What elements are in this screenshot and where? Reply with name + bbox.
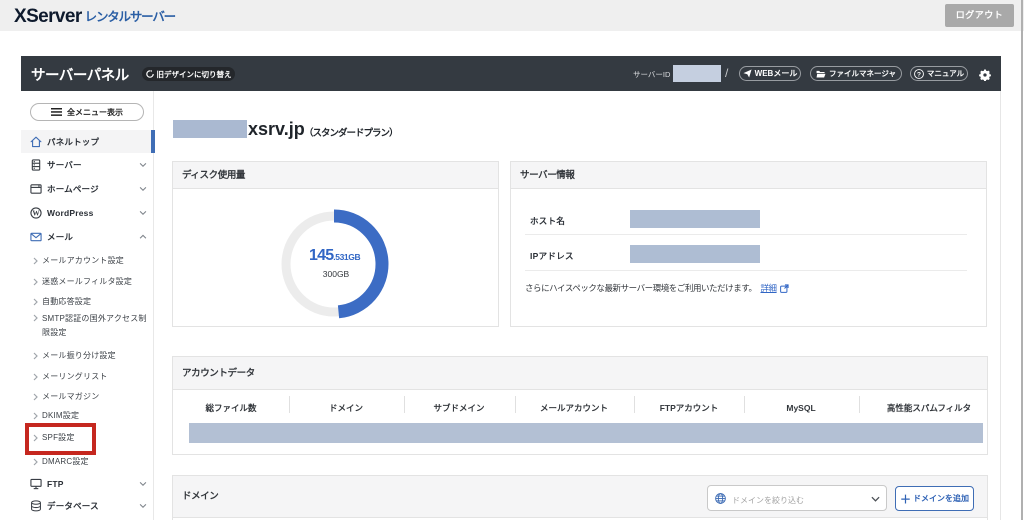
svg-text:?: ?	[917, 71, 921, 78]
svg-text:W: W	[32, 209, 40, 218]
